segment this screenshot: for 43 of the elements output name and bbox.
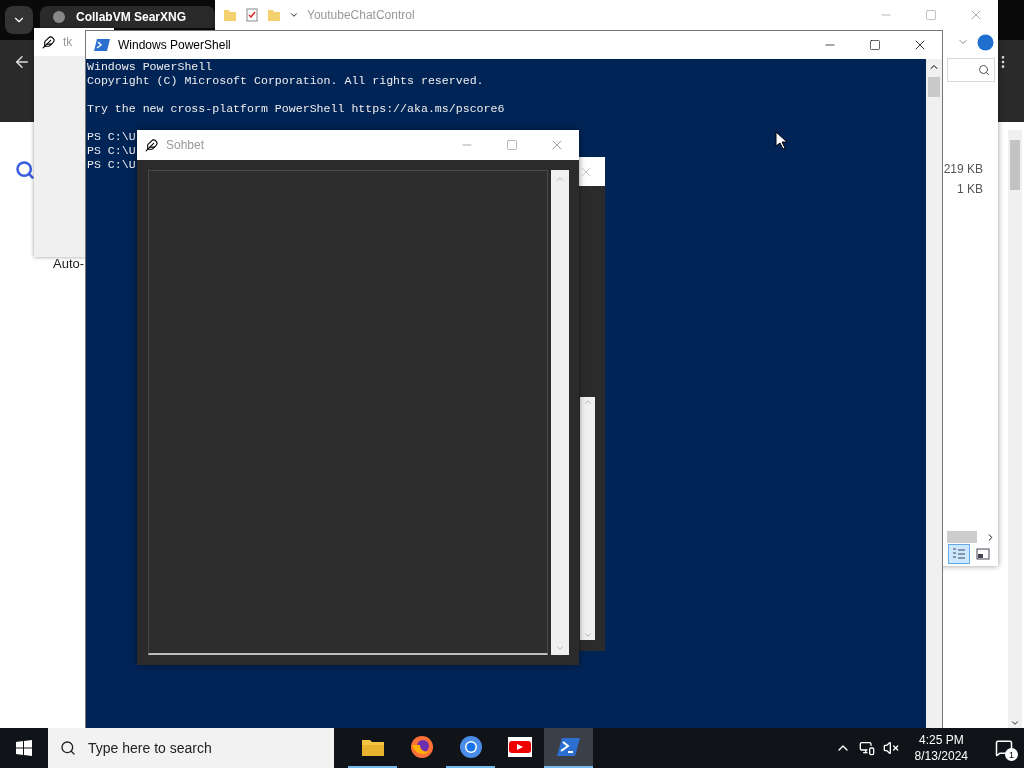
scroll-thumb[interactable] <box>947 531 977 543</box>
maximize-icon <box>868 39 881 51</box>
mouse-pointer-icon <box>775 131 787 149</box>
fox-globe-icon <box>409 735 434 759</box>
notification-badge: 1 <box>1005 748 1018 761</box>
notification-icon <box>995 739 1013 757</box>
file-size: 219 KB <box>943 162 983 176</box>
customize-icon[interactable] <box>289 10 299 20</box>
scroll-thumb[interactable] <box>1010 140 1020 190</box>
file-size: 1 KB <box>957 182 983 196</box>
powershell-icon <box>556 736 581 758</box>
search-icon <box>15 160 35 180</box>
video-player-icon <box>506 736 533 758</box>
properties-icon[interactable] <box>245 8 259 22</box>
clock[interactable]: 4:25 PM 8/13/2024 <box>906 732 976 764</box>
taskbar-search-field[interactable]: Type here to search <box>48 728 334 768</box>
folder-icon <box>267 8 281 22</box>
scroll-thumb[interactable] <box>928 77 940 97</box>
notification-button[interactable]: 1 <box>984 728 1024 768</box>
chat-window: Sohbet <box>137 130 579 665</box>
back-button[interactable] <box>13 53 31 71</box>
help-icon[interactable] <box>977 33 994 51</box>
page-text: Auto- <box>53 256 85 271</box>
maximize-icon <box>505 139 518 151</box>
preview-pane-icon <box>976 548 990 560</box>
search-field[interactable] <box>947 58 995 82</box>
list-icon <box>952 548 966 560</box>
search-icon <box>60 740 76 756</box>
maximize-icon <box>924 9 937 21</box>
network-icon[interactable] <box>858 740 875 756</box>
folder-icon <box>223 8 237 22</box>
browser-tab[interactable]: CollabVM SearXNG <box>40 6 215 28</box>
windows-icon <box>16 740 32 756</box>
folder-icon <box>360 737 385 757</box>
tab-list-button[interactable] <box>5 6 33 34</box>
browser-ring-icon <box>458 735 483 759</box>
volume-muted-icon[interactable] <box>882 740 899 756</box>
search-icon <box>978 64 990 76</box>
feather-icon <box>42 35 55 49</box>
globe-icon <box>52 10 66 24</box>
scroll-down-icon[interactable] <box>1010 718 1020 728</box>
powershell-icon <box>94 38 110 52</box>
feather-icon <box>145 138 158 152</box>
